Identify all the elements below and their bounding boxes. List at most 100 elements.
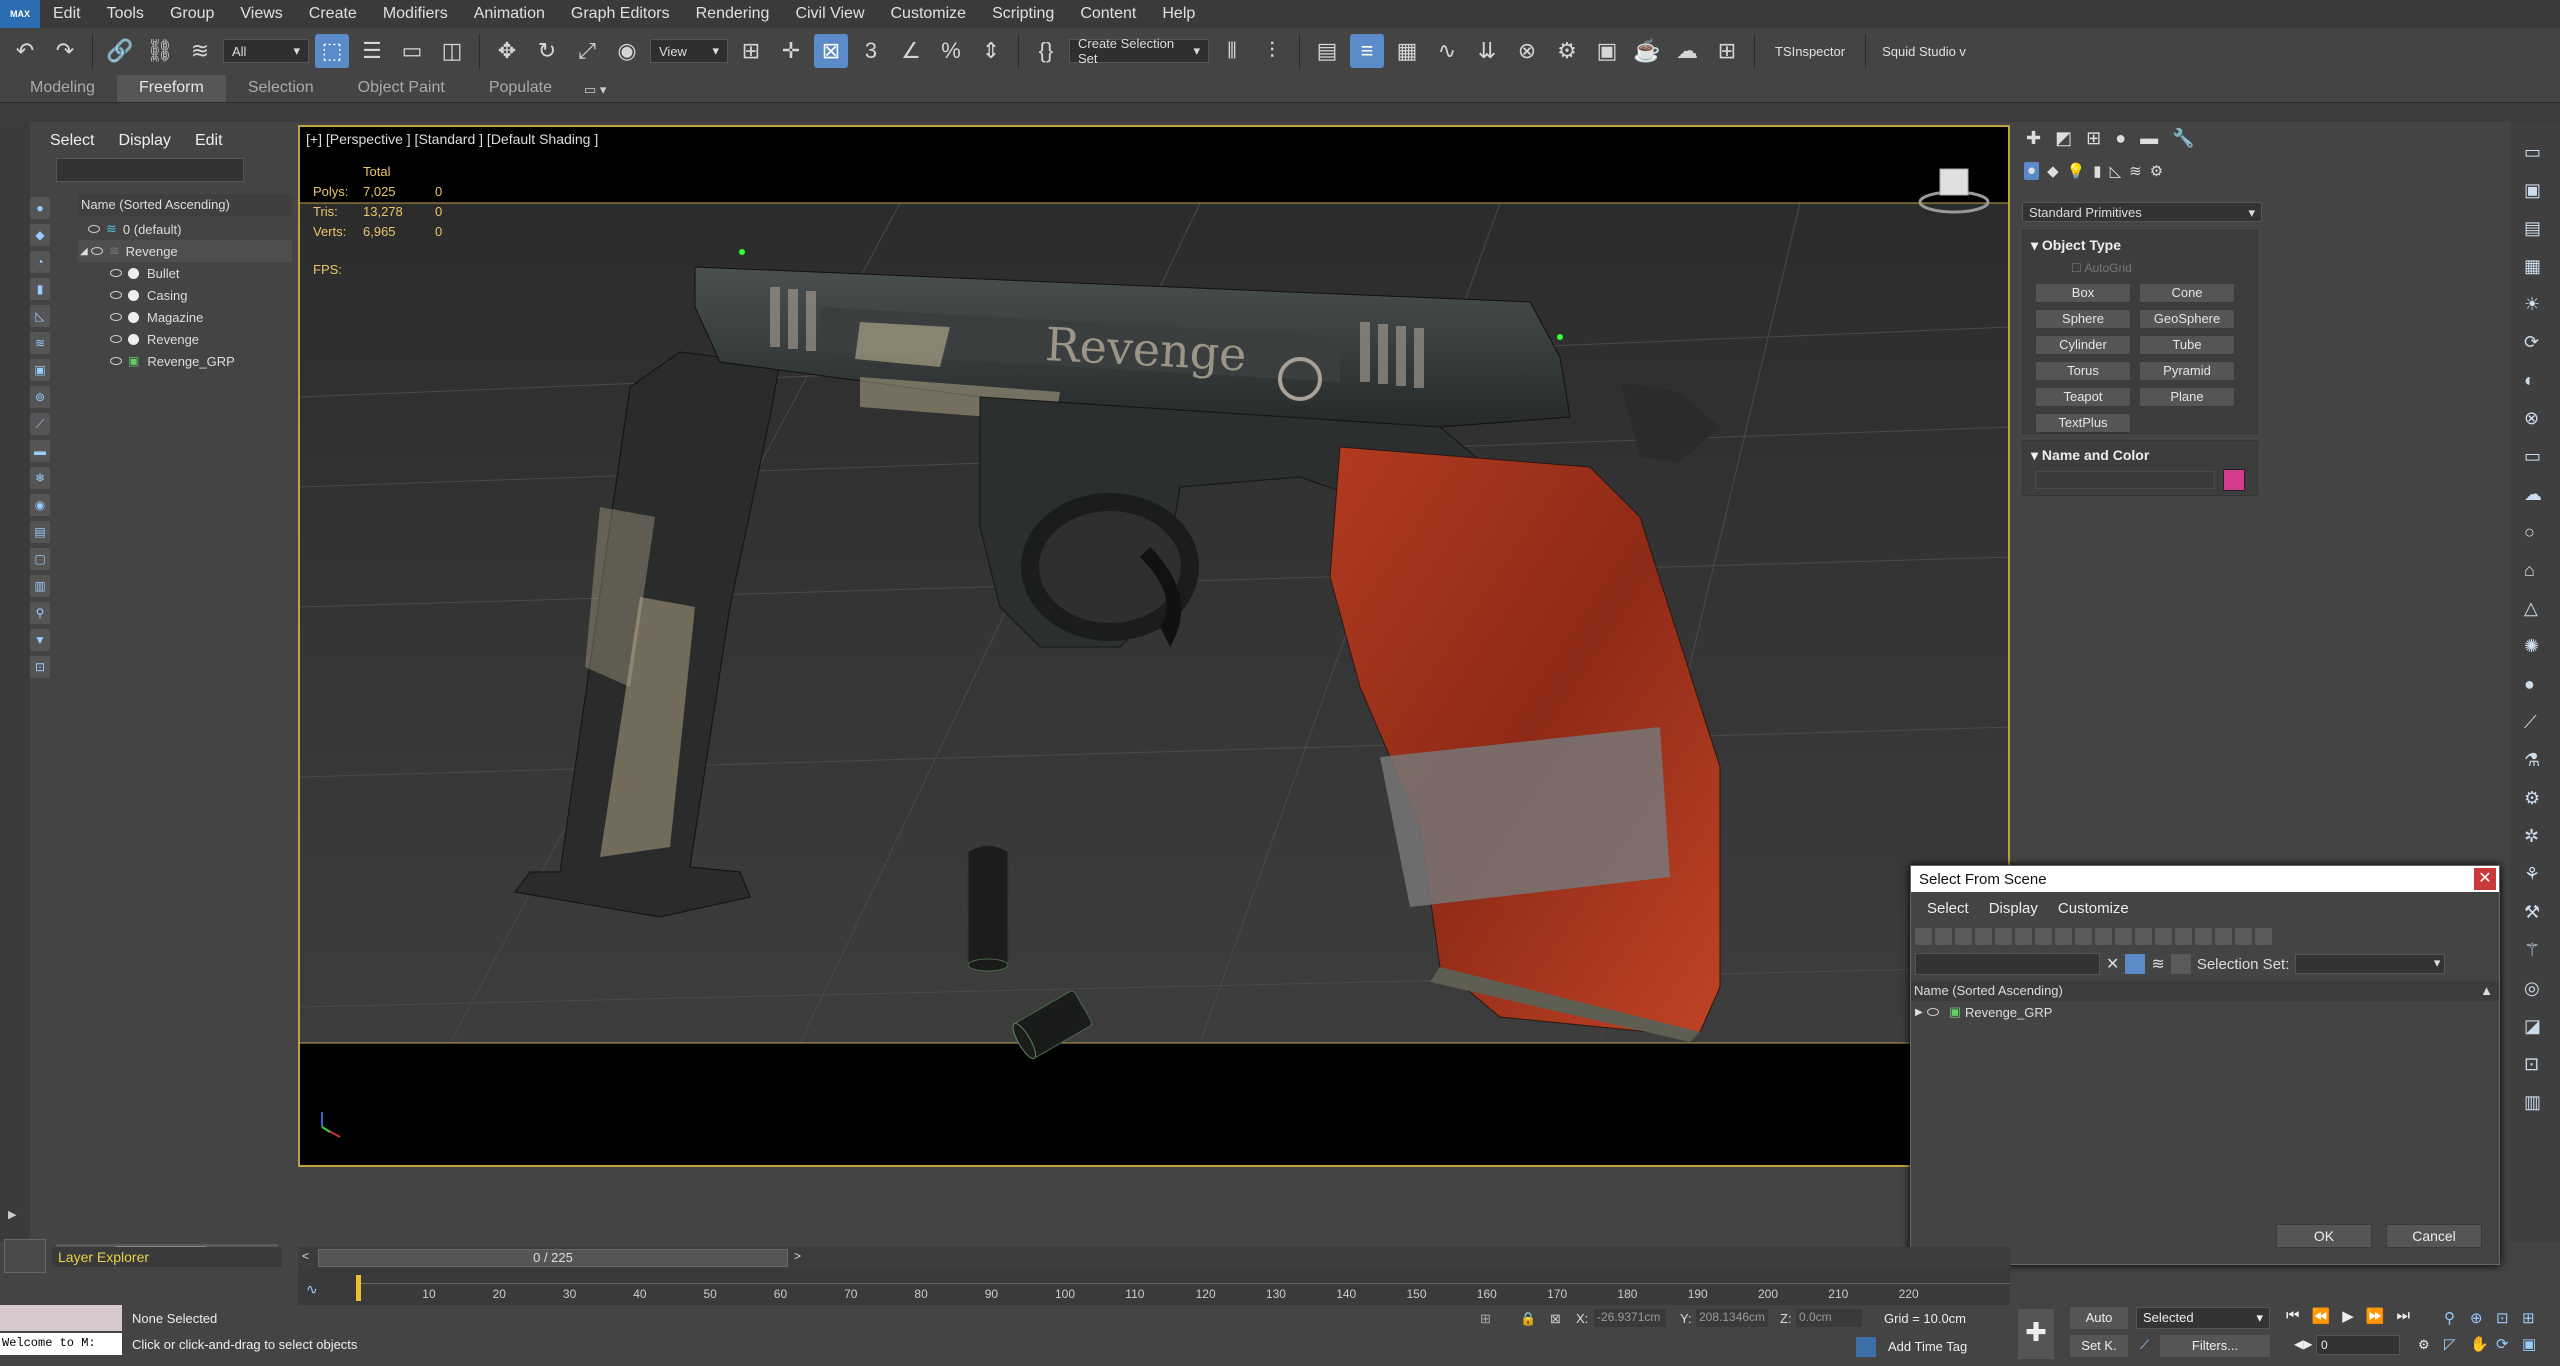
tool-icon[interactable]: ☀ <box>2524 294 2542 315</box>
hierarchy-tab-icon[interactable]: ⊞ <box>2086 128 2101 149</box>
tree-row[interactable]: Revenge <box>78 328 292 350</box>
auto-key-button[interactable]: Auto <box>2070 1307 2128 1329</box>
object-type-title[interactable]: ▾ Object Type <box>2023 231 2257 254</box>
display-lights-icon[interactable] <box>1955 927 1972 945</box>
current-frame-field[interactable]: 0 <box>2316 1335 2400 1355</box>
tool-icon[interactable]: ✺ <box>2524 636 2542 657</box>
explorer-layout-icon[interactable] <box>4 1239 46 1273</box>
ts-inspector-button[interactable]: TSInspector <box>1765 44 1855 59</box>
go-to-end-icon[interactable]: ⏭ <box>2396 1307 2410 1325</box>
cancel-button[interactable]: Cancel <box>2386 1224 2482 1248</box>
autogrid-checkbox[interactable]: ☐ AutoGrid <box>2071 261 2132 275</box>
absolute-mode-icon[interactable]: ⊠ <box>1550 1311 1561 1327</box>
curve-editor-icon[interactable]: ∿ <box>1430 34 1464 68</box>
display-containers-icon[interactable] <box>2095 927 2112 945</box>
textplus-button[interactable]: TextPlus <box>2035 413 2131 433</box>
menu-tools[interactable]: Tools <box>94 5 157 23</box>
tool-icon[interactable]: ◎ <box>2524 978 2542 999</box>
undo-icon[interactable]: ↶ <box>8 34 42 68</box>
selection-set-icon[interactable] <box>2255 927 2272 945</box>
maximize-viewport-icon[interactable]: ▣ <box>2522 1335 2548 1353</box>
find-icon[interactable]: ⚲ <box>30 602 50 624</box>
eye-icon[interactable] <box>88 225 100 233</box>
display-helpers-icon[interactable]: ◺ <box>30 305 50 327</box>
key-filter-dropdown[interactable]: Selected ▾ <box>2136 1307 2270 1329</box>
add-time-tag[interactable]: Add Time Tag <box>1888 1339 1967 1354</box>
eye-icon[interactable] <box>110 357 122 365</box>
menu-help[interactable]: Help <box>1149 5 1208 23</box>
z-coordinate-field[interactable]: 0.0cm <box>1796 1309 1862 1327</box>
window-crossing-icon[interactable]: ◫ <box>435 34 469 68</box>
render-setup-icon[interactable]: ⚙ <box>1550 34 1584 68</box>
explorer-column-header[interactable]: Name (Sorted Ascending) <box>78 194 292 216</box>
dialog-menu-display[interactable]: Display <box>1979 900 2048 917</box>
place-icon[interactable]: ◉ <box>610 34 644 68</box>
menu-group[interactable]: Group <box>157 5 227 23</box>
tool-icon[interactable]: ▭ <box>2524 446 2542 467</box>
tool-icon[interactable]: ⟳ <box>2524 332 2542 353</box>
mirror-icon[interactable]: ⫴ <box>1215 34 1249 68</box>
expand-arrow-icon[interactable]: ▶ <box>1915 1007 1923 1018</box>
menu-animation[interactable]: Animation <box>461 5 558 23</box>
eye-icon[interactable] <box>110 313 122 321</box>
selection-lock-icon[interactable]: 🔒 <box>1520 1311 1536 1327</box>
select-manipulate-icon[interactable]: ✛ <box>774 34 808 68</box>
pyramid-button[interactable]: Pyramid <box>2139 361 2235 381</box>
display-cameras-icon[interactable]: ▮ <box>30 278 50 300</box>
field-of-view-icon[interactable]: ◸ <box>2444 1335 2470 1353</box>
tool-icon[interactable]: ⌂ <box>2524 560 2542 581</box>
create-tab-icon[interactable]: ✚ <box>2026 128 2041 149</box>
cylinder-button[interactable]: Cylinder <box>2035 335 2131 355</box>
render-production-icon[interactable]: ☕ <box>1630 34 1664 68</box>
display-cameras-icon[interactable] <box>1975 927 1992 945</box>
menu-views[interactable]: Views <box>227 5 295 23</box>
reference-coordinate-dropdown[interactable]: View ▾ <box>650 39 728 63</box>
tool-icon[interactable]: ⚒ <box>2524 902 2542 923</box>
explorer-search-input[interactable] <box>56 158 244 182</box>
menu-scripting[interactable]: Scripting <box>979 5 1067 23</box>
teapot-button[interactable]: Teapot <box>2035 387 2131 407</box>
link-icon[interactable]: 🔗 <box>103 34 137 68</box>
next-frame-icon[interactable]: ⏩ <box>2366 1307 2385 1325</box>
scene-explorer-icon[interactable]: ▤ <box>1310 34 1344 68</box>
explorer-menu-display[interactable]: Display <box>106 132 182 150</box>
key-mode-toggle-icon[interactable]: ◀▶ <box>2294 1337 2312 1351</box>
app-logo[interactable]: MAX <box>0 0 40 28</box>
layer-explorer-label[interactable]: Layer Explorer <box>52 1247 282 1267</box>
display-geometry-icon[interactable] <box>1915 927 1932 945</box>
eye-icon[interactable] <box>110 291 122 299</box>
display-lights-icon[interactable]: ◔ <box>30 251 50 273</box>
tool-icon[interactable]: ⊗ <box>2524 408 2542 429</box>
display-shapes-icon[interactable]: ◆ <box>30 224 50 246</box>
isolate-selection-icon[interactable]: ⊞ <box>1480 1311 1491 1327</box>
dialog-title-bar[interactable]: Select From Scene ✕ <box>1911 866 2499 892</box>
time-tag-icon[interactable] <box>1856 1337 1876 1357</box>
torus-button[interactable]: Torus <box>2035 361 2131 381</box>
menu-customize[interactable]: Customize <box>878 5 980 23</box>
ribbon-options-icon[interactable]: ▭ ▾ <box>574 78 616 102</box>
track-bar[interactable]: ∿ 10 20 30 40 50 60 70 80 90 100 110 120 130 140 150 16… <box>298 1269 2010 1305</box>
tree-row[interactable]: ≋ 0 (default) <box>78 218 292 240</box>
tool-icon[interactable]: ⚙ <box>2524 788 2542 809</box>
motion-tab-icon[interactable]: ● <box>2115 128 2126 149</box>
percent-snap-icon[interactable]: % <box>934 34 968 68</box>
time-slider-prev-icon[interactable]: < <box>302 1249 309 1263</box>
tool-icon[interactable]: ⚚ <box>2524 940 2542 961</box>
display-groups-icon[interactable]: ▣ <box>30 359 50 381</box>
key-icon[interactable]: ⟋ <box>2140 1337 2149 1353</box>
selection-set-icon[interactable]: ⊡ <box>30 656 50 678</box>
select-by-name-icon[interactable]: ☰ <box>355 34 389 68</box>
menu-graph-editors[interactable]: Graph Editors <box>558 5 683 23</box>
layer-explorer-icon[interactable]: ≡ <box>1350 34 1384 68</box>
object-name-input[interactable] <box>2035 471 2215 489</box>
go-to-start-icon[interactable]: ⏮ <box>2286 1307 2300 1325</box>
display-all-icon[interactable] <box>2155 927 2172 945</box>
previous-frame-icon[interactable]: ⏪ <box>2312 1307 2331 1325</box>
tab-populate[interactable]: Populate <box>467 75 574 102</box>
set-key-button[interactable]: Set K. <box>2070 1335 2128 1357</box>
schematic-view-icon[interactable]: ⇊ <box>1470 34 1504 68</box>
key-mode-plus-icon[interactable]: ✚ <box>2018 1309 2054 1359</box>
display-hidden-icon[interactable]: ◉ <box>30 494 50 516</box>
tree-row[interactable]: Magazine <box>78 306 292 328</box>
dialog-menu-select[interactable]: Select <box>1917 900 1979 917</box>
